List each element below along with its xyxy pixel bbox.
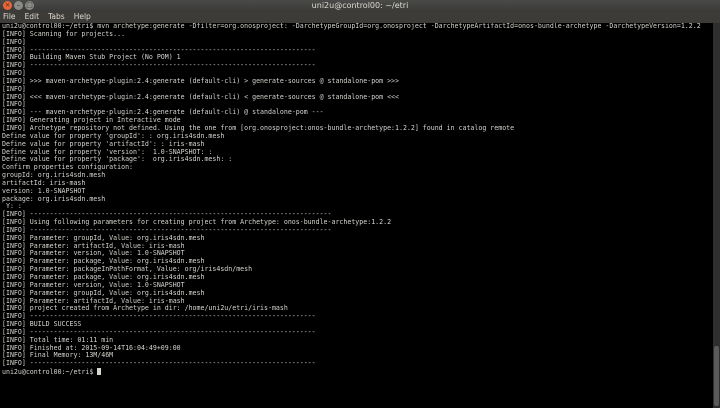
terminal-line: Confirm properties configuration:: [2, 163, 134, 172]
shell-prompt: uni2u@control00:~/etri$: [2, 368, 98, 377]
menu-file[interactable]: File: [3, 11, 16, 23]
terminal-line: package: org.iris4sdn.mesh: [2, 194, 106, 203]
menu-tabs[interactable]: Tabs: [48, 11, 65, 23]
menu-edit[interactable]: Edit: [25, 11, 40, 23]
terminal-prompt-line[interactable]: uni2u@control00:~/etri$: [2, 368, 713, 376]
terminal-line: [INFO] Scanning for projects...: [2, 29, 126, 38]
terminal-line: [INFO] ---------------------------------…: [2, 312, 316, 321]
terminal-window: × – □ uni2u@control00: ~/etri File Edit …: [0, 0, 720, 408]
terminal-line: [INFO] ---------------------------------…: [2, 359, 316, 368]
terminal-line: [INFO] >>> maven-archetype-plugin:2.4:ge…: [2, 76, 399, 85]
terminal-line: [INFO] ---------------------------------…: [2, 61, 316, 70]
menu-help[interactable]: Help: [74, 11, 91, 23]
terminal-line: [INFO] <<< maven-archetype-plugin:2.4:ge…: [2, 92, 399, 101]
terminal-output[interactable]: uni2u@control00:~/etri$ mvn archetype:ge…: [0, 23, 713, 408]
terminal-line: groupId: org.iris4sdn.mesh: [2, 171, 106, 180]
terminal-line: version: 1.0-SNAPSHOT: [2, 186, 86, 195]
menu-bar: File Edit Tabs Help: [0, 11, 720, 23]
terminal-line: artifactId: iris-mash: [2, 178, 86, 187]
scrollbar-thumb[interactable]: [714, 346, 719, 406]
title-bar[interactable]: × – □ uni2u@control00: ~/etri: [0, 0, 720, 11]
text-cursor: [97, 368, 102, 376]
scrollbar[interactable]: [713, 23, 720, 408]
window-title: uni2u@control00: ~/etri: [311, 1, 409, 10]
